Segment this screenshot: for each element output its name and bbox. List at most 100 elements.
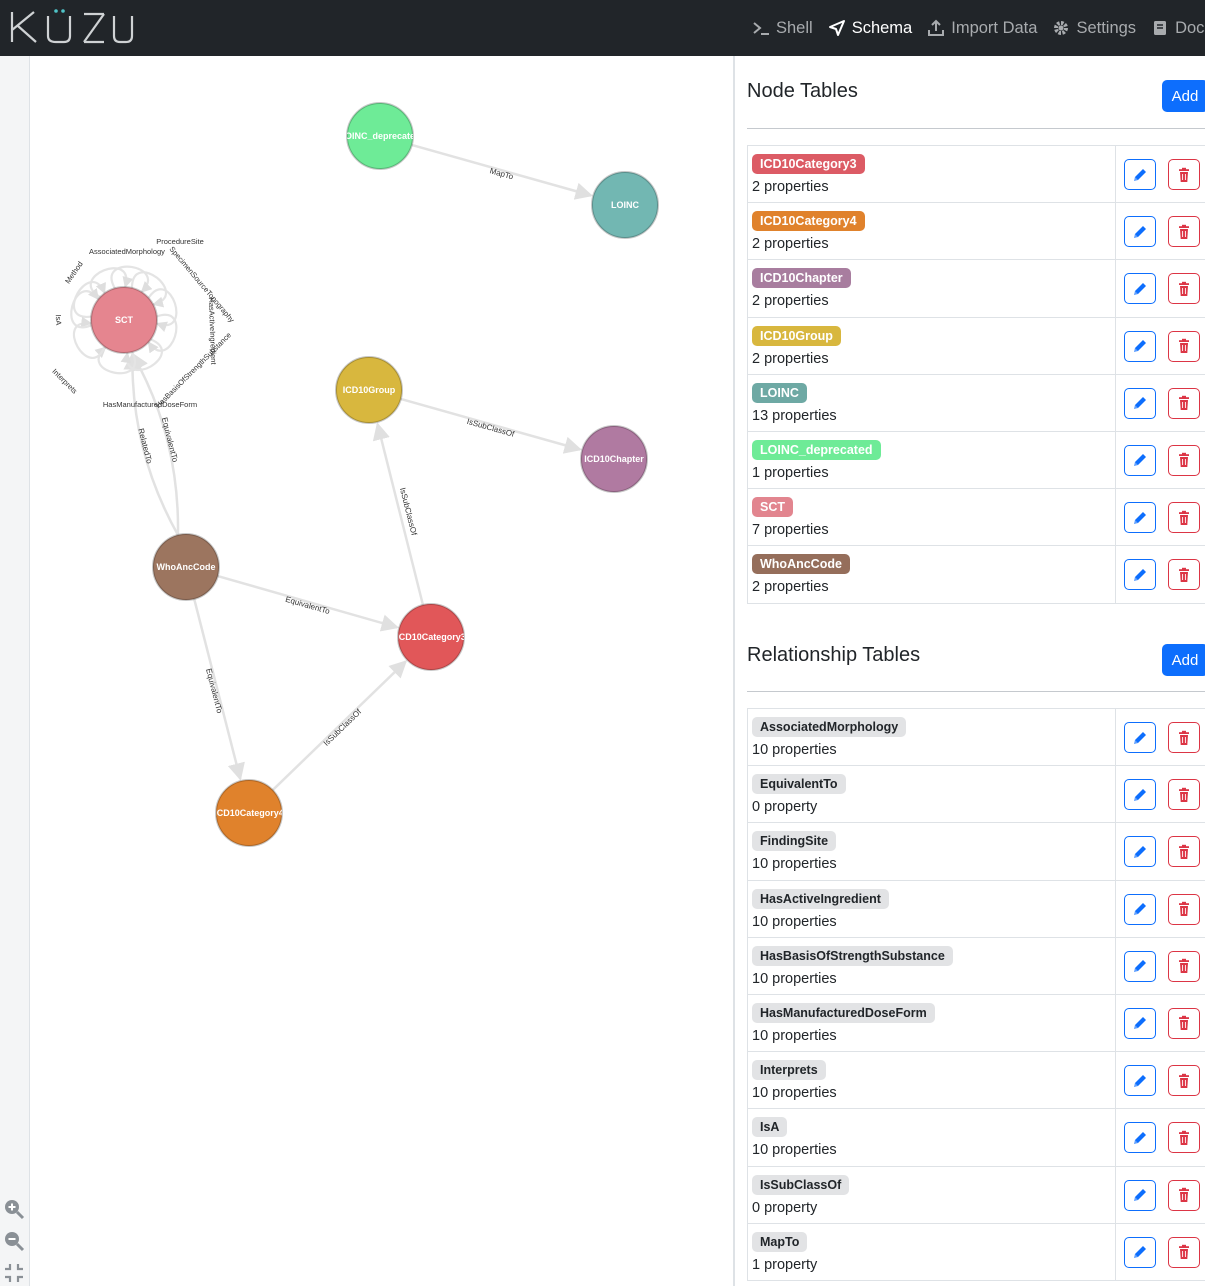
table-name-badge[interactable]: HasActiveIngredient — [752, 888, 889, 909]
node-table-row[interactable]: ICD10Category4 2 properties — [748, 203, 1205, 261]
graph-node[interactable]: ICD10Category3 — [396, 603, 466, 671]
edit-table-button[interactable] — [1124, 330, 1156, 362]
nav-import-data[interactable]: Import Data — [927, 19, 1037, 38]
delete-table-button[interactable] — [1168, 950, 1200, 982]
table-name-badge[interactable]: ICD10Category4 — [752, 211, 865, 232]
rel-table-row[interactable]: IsA 10 properties — [748, 1109, 1205, 1167]
edit-table-button[interactable] — [1124, 273, 1156, 305]
node-table-row[interactable]: SCT 7 properties — [748, 489, 1205, 547]
table-name-badge[interactable]: Interprets — [752, 1060, 826, 1081]
delete-table-button[interactable] — [1168, 1122, 1200, 1154]
node-table-row[interactable]: ICD10Group 2 properties — [748, 317, 1205, 375]
edit-table-button[interactable] — [1124, 1179, 1156, 1211]
table-name-badge[interactable]: SCT — [752, 497, 793, 518]
delete-table-button[interactable] — [1168, 1179, 1200, 1211]
edit-table-button[interactable] — [1124, 1065, 1156, 1097]
edit-table-button[interactable] — [1124, 1236, 1156, 1268]
node-table-row[interactable]: LOINC 13 properties — [748, 374, 1205, 432]
graph-edge[interactable] — [372, 422, 425, 606]
edit-table-button[interactable] — [1124, 950, 1156, 982]
add-node-table-button[interactable]: Add — [1162, 80, 1205, 112]
table-name-badge[interactable]: ICD10Chapter — [752, 268, 851, 289]
zoom-in-icon[interactable] — [3, 1198, 25, 1220]
graph-node[interactable]: ICD10Category4 — [214, 779, 284, 847]
table-name-badge[interactable]: HasBasisOfStrengthSubstance — [752, 945, 953, 966]
nav-docs[interactable]: Docs — [1151, 19, 1205, 38]
delete-table-button[interactable] — [1168, 1007, 1200, 1039]
table-name-badge[interactable]: AssociatedMorphology — [752, 717, 907, 737]
rel-table-row[interactable]: HasActiveIngredient 10 properties — [748, 880, 1205, 938]
graph-node[interactable]: LOINC — [591, 171, 659, 239]
delete-table-button[interactable] — [1168, 559, 1200, 591]
edit-table-button[interactable] — [1124, 1122, 1156, 1154]
delete-table-button[interactable] — [1168, 1236, 1200, 1268]
table-name-badge[interactable]: WhoAncCode — [752, 554, 850, 575]
graph-node[interactable]: ICD10Group — [335, 356, 403, 424]
delete-table-button[interactable] — [1168, 216, 1200, 248]
table-name-badge[interactable]: HasManufacturedDoseForm — [752, 1002, 935, 1023]
edit-table-button[interactable] — [1124, 502, 1156, 534]
table-name-badge[interactable]: EquivalentTo — [752, 774, 846, 795]
node-table-row[interactable]: ICD10Chapter 2 properties — [748, 260, 1205, 318]
delete-table-button[interactable] — [1168, 836, 1200, 868]
graph-node[interactable]: LOINC_deprecated — [339, 102, 420, 170]
rel-table-row[interactable]: HasBasisOfStrengthSubstance 10 properties — [748, 937, 1205, 995]
delete-table-button[interactable] — [1168, 444, 1200, 476]
schema-graph-canvas[interactable]: MapTo IsSubClassOf IsSubClassOf IsSubClassO… — [30, 56, 733, 1286]
delete-table-button[interactable] — [1168, 1065, 1200, 1097]
kuzu-logo[interactable] — [8, 8, 134, 46]
table-name-badge[interactable]: LOINC_deprecated — [752, 439, 881, 460]
graph-node[interactable]: SCT — [90, 286, 158, 354]
edit-table-button[interactable] — [1124, 722, 1156, 753]
delete-table-button[interactable] — [1168, 159, 1200, 190]
delete-table-button[interactable] — [1168, 273, 1200, 305]
table-name-badge[interactable]: MapTo — [752, 1231, 808, 1252]
table-row-info: ICD10Category3 2 properties — [748, 146, 1116, 203]
delete-table-button[interactable] — [1168, 722, 1200, 753]
table-name-badge[interactable]: IsA — [752, 1117, 788, 1138]
edit-table-button[interactable] — [1124, 1007, 1156, 1039]
trash-icon — [1179, 1130, 1189, 1145]
edit-table-button[interactable] — [1124, 836, 1156, 868]
nav-shell[interactable]: Shell — [752, 19, 813, 38]
rel-table-row[interactable]: EquivalentTo 0 property — [748, 766, 1205, 824]
rel-table-row[interactable]: FindingSite 10 properties — [748, 823, 1205, 881]
pencil-icon — [1134, 568, 1146, 581]
delete-table-button[interactable] — [1168, 893, 1200, 925]
delete-table-button[interactable] — [1168, 330, 1200, 362]
node-table-row[interactable]: LOINC_deprecated 1 properties — [748, 431, 1205, 490]
table-name-badge[interactable]: IsSubClassOf — [752, 1174, 850, 1195]
node-table-row[interactable]: WhoAncCode 2 properties — [748, 546, 1205, 604]
rel-table-row[interactable]: AssociatedMorphology 10 properties — [748, 709, 1205, 767]
schema-panel: Node Tables Add ICD10Category3 2 properti… — [735, 56, 1205, 1286]
node-table-row[interactable]: ICD10Category3 2 properties — [748, 146, 1205, 204]
edit-table-button[interactable] — [1124, 893, 1156, 925]
add-rel-table-button[interactable]: Add — [1162, 644, 1205, 676]
table-name-badge[interactable]: ICD10Group — [752, 325, 841, 346]
table-row-info: IsA 10 properties — [748, 1109, 1116, 1166]
delete-table-button[interactable] — [1168, 502, 1200, 534]
graph-node[interactable]: WhoAncCode — [152, 533, 220, 601]
rel-table-row[interactable]: Interprets 10 properties — [748, 1052, 1205, 1110]
delete-table-button[interactable] — [1168, 779, 1200, 811]
trash-icon — [1179, 167, 1189, 182]
edit-table-button[interactable] — [1124, 444, 1156, 476]
table-name-badge[interactable]: FindingSite — [752, 831, 837, 852]
edit-table-button[interactable] — [1124, 559, 1156, 591]
table-name-badge[interactable]: ICD10Category3 — [752, 154, 865, 174]
rel-table-row[interactable]: IsSubClassOf 0 property — [748, 1166, 1205, 1224]
edit-table-button[interactable] — [1124, 159, 1156, 190]
rel-table-row[interactable]: HasManufacturedDoseForm 10 properties — [748, 994, 1205, 1053]
fit-view-icon[interactable] — [3, 1262, 25, 1284]
rel-table-row[interactable]: MapTo 1 property — [748, 1223, 1205, 1281]
edit-table-button[interactable] — [1124, 779, 1156, 811]
table-row-info: AssociatedMorphology 10 properties — [748, 709, 1116, 766]
zoom-out-icon[interactable] — [3, 1230, 25, 1252]
table-name-badge[interactable]: LOINC — [752, 382, 807, 403]
nav-settings[interactable]: Settings — [1052, 19, 1136, 38]
nav-schema[interactable]: Schema — [828, 19, 912, 38]
edit-table-button[interactable] — [1124, 216, 1156, 248]
graph-node[interactable]: ICD10Chapter — [580, 425, 648, 493]
edit-table-button[interactable] — [1124, 387, 1156, 419]
delete-table-button[interactable] — [1168, 387, 1200, 419]
